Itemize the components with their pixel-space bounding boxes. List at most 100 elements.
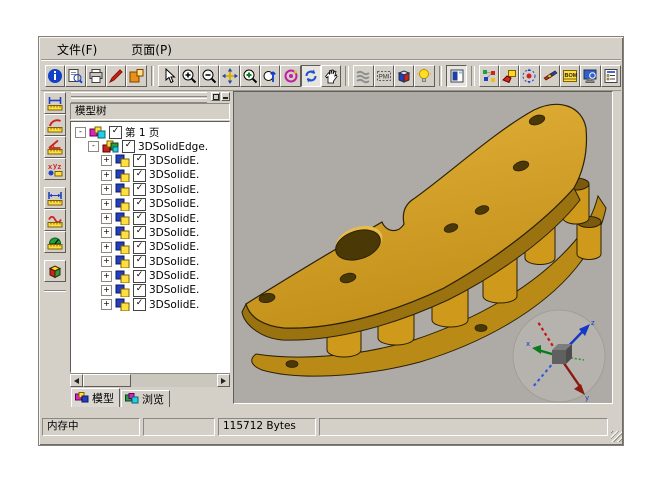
tree-row-part[interactable]: + ✓3DSolidE. bbox=[71, 226, 229, 240]
visibility-checkbox[interactable]: ✓ bbox=[133, 183, 146, 196]
resize-grip[interactable] bbox=[611, 431, 622, 442]
zoom-out-button[interactable] bbox=[199, 65, 219, 87]
panel-float-button[interactable] bbox=[211, 92, 220, 101]
orbit-button[interactable] bbox=[280, 65, 300, 87]
tree-node-label: 3DSolidE. bbox=[149, 227, 199, 239]
status-memory: 内存中 bbox=[42, 418, 140, 436]
tree-row-part[interactable]: +✓3DSolidE. bbox=[71, 183, 229, 197]
rotate-center-button[interactable] bbox=[519, 65, 539, 87]
annotate-pen-button[interactable] bbox=[106, 65, 126, 87]
orientation-triad[interactable]: x y z bbox=[513, 310, 605, 402]
lighting-button[interactable] bbox=[414, 65, 434, 87]
part-node-icon bbox=[115, 212, 130, 225]
part-node-icon bbox=[115, 198, 130, 211]
tree-row-part[interactable]: +✓3DSolidE. bbox=[71, 197, 229, 211]
move-part-button[interactable] bbox=[499, 65, 519, 87]
expand-toggle[interactable]: + bbox=[101, 227, 112, 238]
part-node-icon bbox=[115, 226, 130, 239]
visibility-checkbox[interactable]: ✓ bbox=[133, 284, 146, 297]
browse-tab-icon bbox=[125, 393, 139, 405]
tree-row-part[interactable]: +✓3DSolidE. bbox=[71, 255, 229, 269]
tree-row-part[interactable]: +✓3DSolidE. bbox=[71, 283, 229, 297]
model-tab-icon bbox=[75, 392, 89, 404]
visibility-checkbox[interactable]: ✓ bbox=[133, 169, 146, 182]
visibility-checkbox[interactable]: ✓ bbox=[133, 198, 146, 211]
panel-hide-button[interactable] bbox=[221, 92, 230, 101]
measure-angle-button[interactable] bbox=[44, 136, 66, 158]
dynamic-zoom-button[interactable] bbox=[260, 65, 280, 87]
measure-distance-button[interactable] bbox=[44, 187, 66, 209]
pan-axes-button[interactable] bbox=[219, 65, 239, 87]
tree-row-part[interactable]: +✓3DSolidE. bbox=[71, 154, 229, 168]
measure-horizontal-button[interactable] bbox=[44, 92, 66, 114]
collapse-toggle[interactable]: - bbox=[88, 141, 99, 152]
tree-row-part[interactable]: + ✓3DSolidE. bbox=[71, 298, 229, 312]
visibility-checkbox[interactable]: ✓ bbox=[133, 154, 146, 167]
tree-row-page[interactable]: - ✓ 第 1 页 bbox=[71, 125, 229, 139]
measure-radius-button[interactable] bbox=[44, 114, 66, 136]
visibility-checkbox[interactable]: ✓ bbox=[133, 298, 146, 311]
expand-toggle[interactable]: + bbox=[101, 170, 112, 181]
pmi-button[interactable]: PMI bbox=[374, 65, 394, 87]
tree-row-assembly[interactable]: - ✓ 3DSolidEdge. bbox=[71, 139, 229, 153]
info-button[interactable] bbox=[45, 65, 65, 87]
tab-browse[interactable]: 浏览 bbox=[121, 390, 170, 407]
measure-coordinate-button[interactable]: xyz bbox=[44, 158, 66, 180]
panel-gripper[interactable] bbox=[69, 91, 231, 103]
assembly-tree-button[interactable] bbox=[479, 65, 499, 87]
pan-hand-button[interactable] bbox=[321, 65, 341, 87]
expand-toggle[interactable]: + bbox=[101, 213, 112, 224]
materials-button[interactable] bbox=[540, 65, 560, 87]
measure-horizontal-icon bbox=[47, 95, 63, 111]
tree-row-part[interactable]: +✓3DSolidE. bbox=[71, 211, 229, 225]
measure-volume-button[interactable] bbox=[44, 260, 66, 282]
rotate-button[interactable] bbox=[301, 65, 321, 87]
part-node-icon bbox=[115, 154, 130, 167]
tab-model[interactable]: 模型 bbox=[71, 388, 120, 407]
structure-button[interactable] bbox=[601, 65, 621, 87]
tree-row-part[interactable]: +✓3DSolidE. bbox=[71, 240, 229, 254]
print-button[interactable] bbox=[86, 65, 106, 87]
expand-toggle[interactable]: + bbox=[101, 184, 112, 195]
visibility-checkbox[interactable]: ✓ bbox=[109, 126, 122, 139]
bom-button[interactable]: BOM bbox=[560, 65, 580, 87]
select-cursor-button[interactable] bbox=[158, 65, 178, 87]
menu-page[interactable]: 页面(P) bbox=[127, 40, 176, 59]
expand-toggle[interactable]: + bbox=[101, 299, 112, 310]
export-button[interactable] bbox=[126, 65, 146, 87]
tree-row-part[interactable]: +✓3DSolidE. bbox=[71, 168, 229, 182]
viewport-3d[interactable]: x y z bbox=[233, 91, 613, 404]
scroll-left-button[interactable] bbox=[70, 374, 83, 387]
view-cube-button[interactable] bbox=[394, 65, 414, 87]
pmi-icon-text: PMI bbox=[379, 74, 390, 80]
zoom-in-button[interactable] bbox=[179, 65, 199, 87]
visibility-checkbox[interactable]: ✓ bbox=[133, 241, 146, 254]
tree-row-part[interactable]: +✓3DSolidE. bbox=[71, 269, 229, 283]
measure-curve-button[interactable] bbox=[44, 209, 66, 231]
expand-toggle[interactable]: + bbox=[101, 155, 112, 166]
expand-toggle[interactable]: + bbox=[101, 271, 112, 282]
scrollbar-thumb[interactable] bbox=[83, 374, 131, 387]
print-preview-button[interactable] bbox=[65, 65, 85, 87]
zoom-window-button[interactable] bbox=[240, 65, 260, 87]
measure-distance-icon bbox=[47, 190, 63, 206]
visibility-checkbox[interactable]: ✓ bbox=[122, 140, 135, 153]
layers-button[interactable] bbox=[353, 65, 373, 87]
expand-toggle[interactable]: + bbox=[101, 242, 112, 253]
measure-gauge-button[interactable] bbox=[44, 231, 66, 253]
visibility-checkbox[interactable]: ✓ bbox=[133, 226, 146, 239]
visibility-checkbox[interactable]: ✓ bbox=[133, 212, 146, 225]
expand-toggle[interactable]: + bbox=[101, 199, 112, 210]
menu-bar: 文件(F) 页面(P) bbox=[41, 39, 621, 60]
tree-node-label: 3DSolidE. bbox=[149, 299, 199, 311]
tree-horizontal-scrollbar[interactable] bbox=[70, 373, 230, 387]
panel-toggle-button[interactable] bbox=[446, 65, 466, 87]
properties-button[interactable] bbox=[580, 65, 600, 87]
collapse-toggle[interactable]: - bbox=[75, 127, 86, 138]
expand-toggle[interactable]: + bbox=[101, 256, 112, 267]
expand-toggle[interactable]: + bbox=[101, 285, 112, 296]
visibility-checkbox[interactable]: ✓ bbox=[133, 255, 146, 268]
menu-file[interactable]: 文件(F) bbox=[53, 40, 101, 59]
scroll-right-button[interactable] bbox=[217, 374, 230, 387]
visibility-checkbox[interactable]: ✓ bbox=[133, 270, 146, 283]
